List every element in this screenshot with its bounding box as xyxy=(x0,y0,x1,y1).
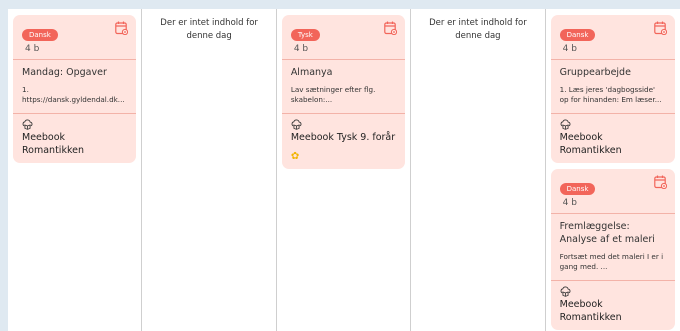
class-label: 4 b xyxy=(562,44,577,54)
subject-badge: Dansk xyxy=(559,183,596,195)
card-footer: Meebook Tysk 9. forår ✿ xyxy=(281,113,406,169)
calendar-icon[interactable] xyxy=(654,175,667,189)
cloud-book-icon xyxy=(560,286,571,297)
week-board: Dansk 4 b Mandag: Opgaver 1. https://dan… xyxy=(8,9,680,331)
lesson-description: Fortsæt med det maleri I er i gang med. … xyxy=(559,252,664,271)
subject-badge: Dansk xyxy=(559,29,596,41)
card-body: Almanya Lav sætninger efter flg. skabelo… xyxy=(281,59,406,113)
sunflower-icon: ✿ xyxy=(290,151,300,162)
lesson-card[interactable]: Dansk 4 b Gruppearbejde 1. Læs jeres 'da… xyxy=(550,15,676,163)
lesson-card[interactable]: Tysk 4 b Almanya Lav sætninger efter flg… xyxy=(281,15,406,169)
card-body: Fremlæggelse: Analyse af et maleri Forts… xyxy=(550,213,676,280)
lesson-card[interactable]: Dansk 4 b Mandag: Opgaver 1. https://dan… xyxy=(13,15,137,163)
lesson-card[interactable]: Dansk 4 b Fremlæggelse: Analyse af et ma… xyxy=(550,169,676,330)
cloud-book-icon xyxy=(560,119,571,130)
lesson-title: Almanya xyxy=(290,67,333,78)
day-column: Dansk 4 b Gruppearbejde 1. Læs jeres 'da… xyxy=(546,9,680,331)
source-label: Meebook Romantikken xyxy=(559,132,622,156)
lesson-description: Lav sætninger efter flg. skabelon:... xyxy=(290,85,376,104)
card-footer: Meebook Romantikken xyxy=(550,113,676,163)
source-label: Meebook Romantikken xyxy=(559,299,622,323)
empty-day-message: Der er intet indhold for denne dag xyxy=(429,18,527,41)
source-label: Meebook Romantikken xyxy=(22,132,84,156)
calendar-icon[interactable] xyxy=(384,21,397,35)
lesson-title: Fremlæggelse: Analyse af et maleri xyxy=(559,221,655,245)
card-header: Dansk 4 b xyxy=(551,169,675,213)
card-footer: Meebook Romantikken xyxy=(550,280,676,330)
card-header: Dansk 4 b xyxy=(551,15,675,59)
calendar-icon[interactable] xyxy=(654,21,667,35)
lesson-description: 1. https://dansk.gyldendal.dk... xyxy=(22,85,125,104)
day-column: Der er intet indhold for denne dag xyxy=(142,9,277,331)
card-body: Gruppearbejde 1. Læs jeres 'dagbogsside'… xyxy=(550,59,676,113)
subject-badge: Tysk xyxy=(290,29,320,41)
day-column: Tysk 4 b Almanya Lav sætninger efter flg… xyxy=(277,9,412,331)
card-header: Dansk 4 b xyxy=(13,15,136,59)
calendar-icon[interactable] xyxy=(115,21,128,35)
lesson-title: Gruppearbejde xyxy=(559,67,631,78)
subject-badge: Dansk xyxy=(22,29,58,41)
card-body: Mandag: Opgaver 1. https://dansk.gyldend… xyxy=(13,59,137,113)
empty-day-message: Der er intet indhold for denne dag xyxy=(160,18,258,41)
day-column: Dansk 4 b Mandag: Opgaver 1. https://dan… xyxy=(8,9,143,331)
class-label: 4 b xyxy=(293,44,309,54)
cloud-book-icon xyxy=(291,119,302,130)
day-column: Der er intet indhold for denne dag xyxy=(411,9,546,331)
class-label: 4 b xyxy=(562,198,577,208)
card-header: Tysk 4 b xyxy=(282,15,405,59)
lesson-description: 1. Læs jeres 'dagbogsside' op for hinand… xyxy=(559,85,662,104)
cloud-book-icon xyxy=(22,119,33,130)
card-footer: Meebook Romantikken xyxy=(13,113,137,163)
source-label: Meebook Tysk 9. forår xyxy=(290,132,396,143)
class-label: 4 b xyxy=(25,44,40,54)
lesson-title: Mandag: Opgaver xyxy=(22,67,107,78)
